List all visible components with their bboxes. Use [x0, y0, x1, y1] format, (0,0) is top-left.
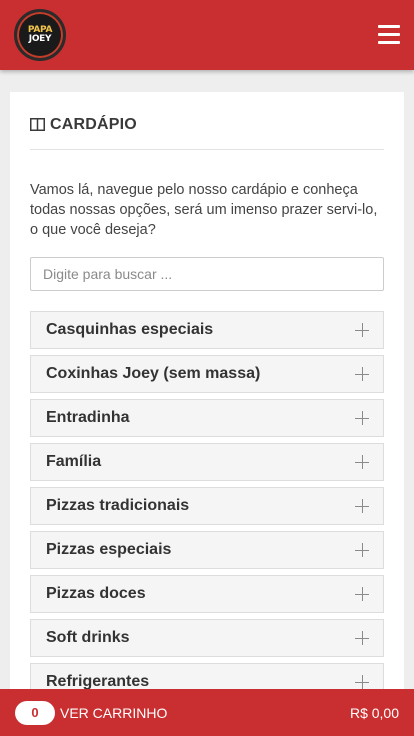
category-item[interactable]: Entradinha [30, 399, 384, 437]
category-item[interactable]: Pizzas tradicionais [30, 487, 384, 525]
cart-count-badge: 0 [15, 700, 55, 725]
hamburger-menu-icon[interactable] [378, 25, 400, 44]
logo-text-line2: JOEY [28, 34, 52, 44]
category-label: Pizzas doces [46, 585, 146, 602]
category-list: Casquinhas especiais Coxinhas Joey (sem … [30, 311, 384, 692]
book-open-icon [30, 118, 45, 131]
plus-icon[interactable] [355, 367, 369, 381]
category-label: Pizzas especiais [46, 541, 172, 558]
category-label: Família [46, 453, 102, 470]
category-label: Soft drinks [46, 629, 130, 646]
category-item[interactable]: Família [30, 443, 384, 481]
plus-icon[interactable] [355, 323, 369, 337]
category-item[interactable]: Casquinhas especiais [30, 311, 384, 349]
intro-text: Vamos lá, navegue pelo nosso cardápio e … [30, 182, 378, 238]
view-cart-button[interactable]: VER CARRINHO [60, 705, 167, 721]
page-title: CARDÁPIO [50, 115, 137, 133]
plus-icon[interactable] [355, 587, 369, 601]
plus-icon[interactable] [355, 543, 369, 557]
category-item[interactable]: Refrigerantes [30, 663, 384, 692]
menu-card: CARDÁPIO Vamos lá, navegue pelo nosso ca… [10, 92, 404, 692]
category-label: Pizzas tradicionais [46, 497, 190, 514]
cart-total: R$ 0,00 [349, 704, 399, 721]
category-label: Casquinhas especiais [46, 321, 214, 338]
section-header: CARDÁPIO [30, 114, 384, 150]
category-item[interactable]: Pizzas doces [30, 575, 384, 613]
plus-icon[interactable] [355, 455, 369, 469]
plus-icon[interactable] [355, 631, 369, 645]
category-item[interactable]: Soft drinks [30, 619, 384, 657]
papa-joey-logo[interactable]: PAPA JOEY [14, 9, 66, 61]
category-label: Entradinha [46, 409, 130, 426]
category-item[interactable]: Pizzas especiais [30, 531, 384, 569]
plus-icon[interactable] [355, 499, 369, 513]
plus-icon[interactable] [355, 411, 369, 425]
plus-icon[interactable] [355, 675, 369, 689]
cart-bar[interactable]: 0 VER CARRINHO R$ 0,00 [0, 689, 414, 736]
category-item[interactable]: Coxinhas Joey (sem massa) [30, 355, 384, 393]
top-navbar: PAPA JOEY [0, 0, 414, 70]
category-label: Coxinhas Joey (sem massa) [46, 365, 261, 382]
search-input[interactable] [30, 257, 384, 291]
